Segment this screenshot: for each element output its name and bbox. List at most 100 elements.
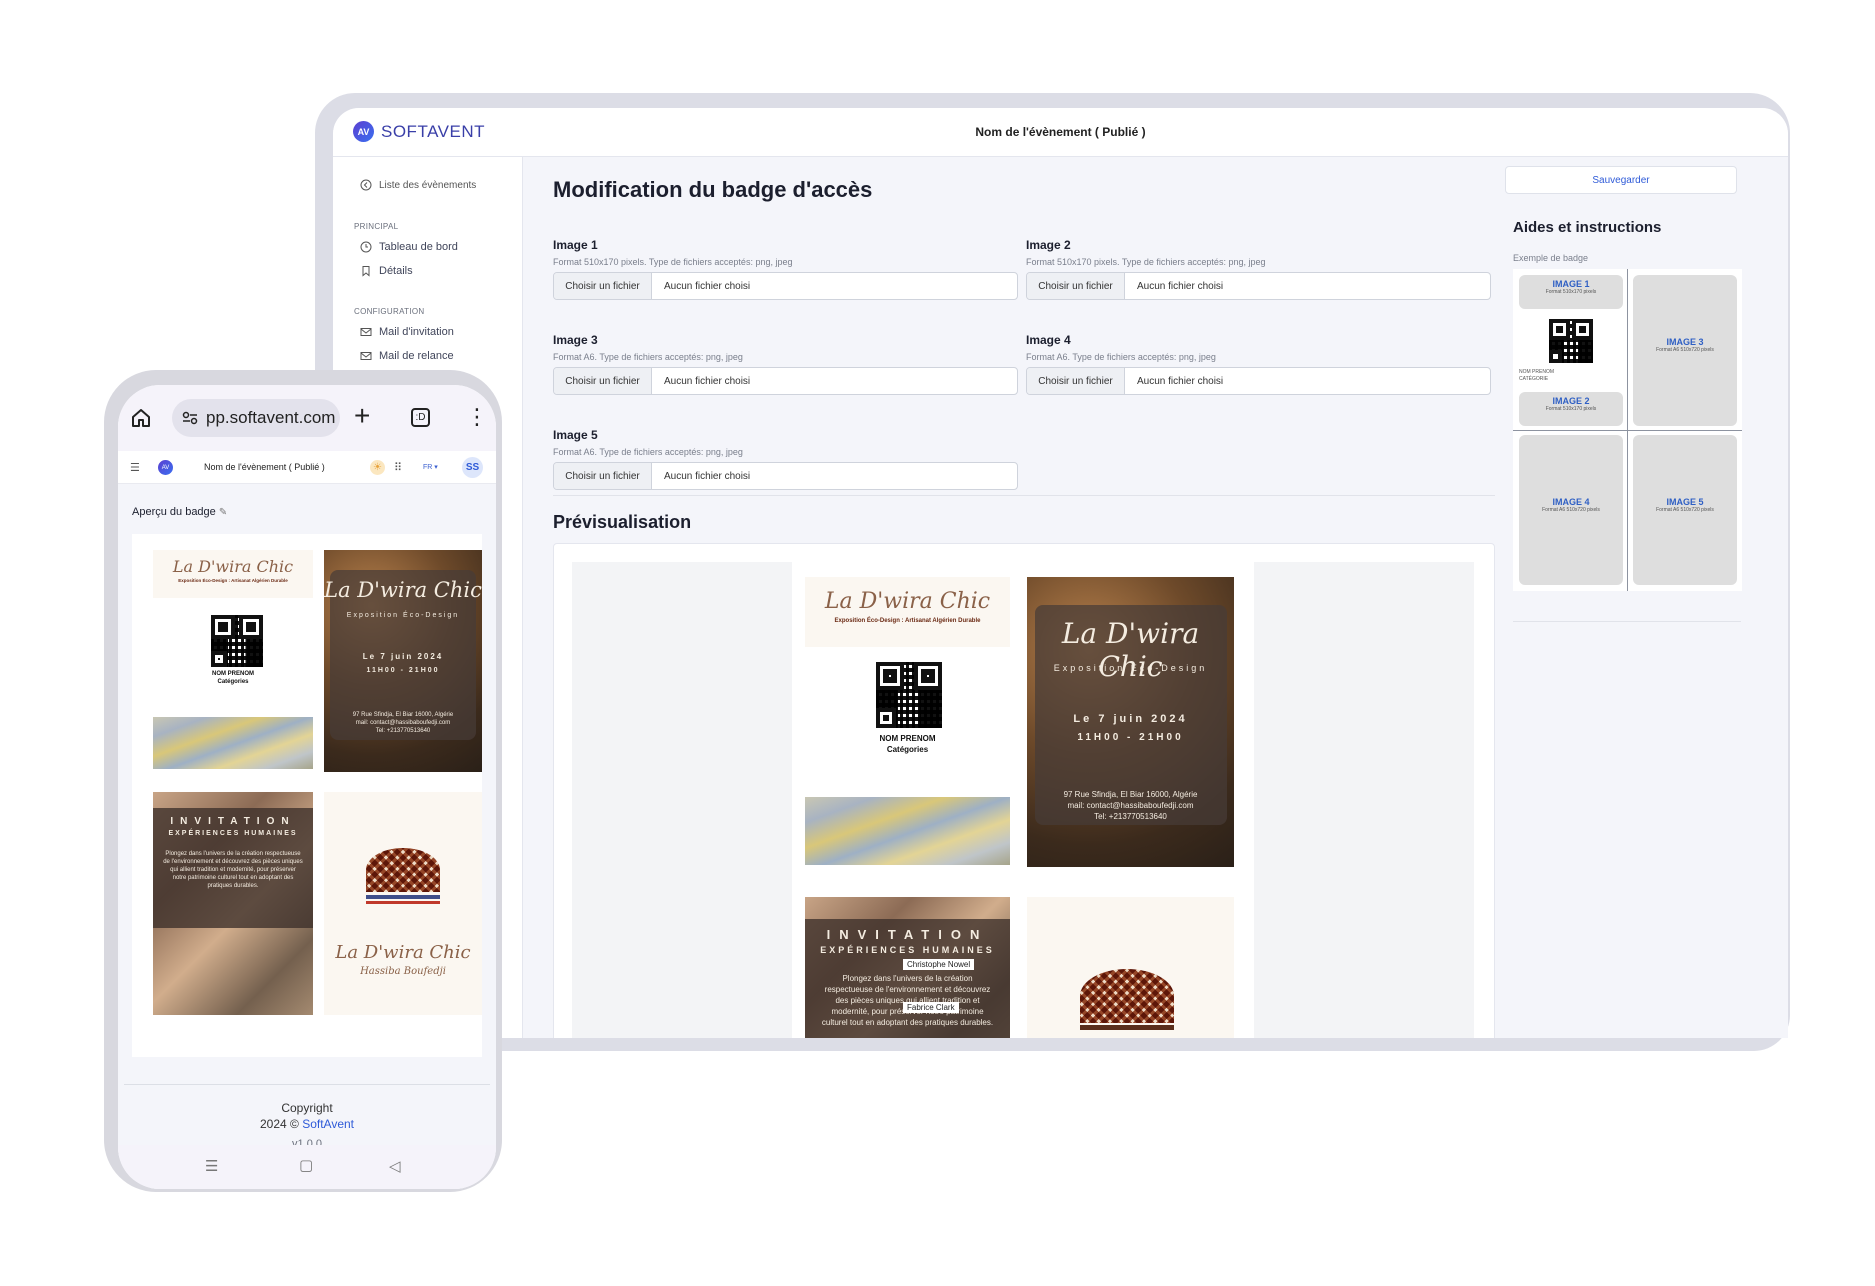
page-title: Modification du badge d'accès (553, 177, 873, 202)
example-image-5-note: Format A6 510x720 pixels (1656, 507, 1714, 513)
tabs-icon[interactable]: :D (411, 408, 430, 427)
image-5-file-input[interactable]: Choisir un fichier Aucun fichier choisi (553, 462, 1018, 490)
recent-apps-icon[interactable]: ☰ (205, 1157, 218, 1175)
image-2-file-input[interactable]: Choisir un fichier Aucun fichier choisi (1026, 272, 1491, 300)
example-image-1-note: Format 510x170 pixels (1545, 289, 1597, 295)
badge-preview-canvas: La D'wira Chic Exposition Éco-Design : A… (572, 562, 1474, 1038)
example-image-2-title: IMAGE 2 (1552, 396, 1590, 406)
poster-tel: Tel: +213770513640 (1094, 812, 1167, 821)
desktop-window: AV SOFTAVENT Nom de l'évènement ( Publié… (333, 108, 1788, 1038)
image-2-field: Image 2 Format 510x170 pixels. Type de f… (1026, 238, 1491, 300)
avatar[interactable]: SS (462, 457, 483, 478)
poster-date: Le 7 juin 2024 (362, 652, 444, 661)
badge-example-diagram: IMAGE 1 Format 510x170 pixels NOM PRENOM… (1513, 269, 1742, 591)
file-name: Aucun fichier choisi (1137, 280, 1224, 292)
field-help: Format 510x170 pixels. Type de fichiers … (1026, 257, 1266, 267)
badge-image-4: INVITATION EXPÉRIENCES HUMAINES Plongez … (805, 897, 1010, 1038)
image-3-file-input[interactable]: Choisir un fichier Aucun fichier choisi (553, 367, 1018, 395)
file-name: Aucun fichier choisi (1137, 375, 1224, 387)
example-image-4-title: IMAGE 4 (1552, 497, 1590, 507)
poster-address: 97 Rue Sfindja, El Biar 16000, Algérie (1063, 790, 1198, 799)
save-button[interactable]: Sauvegarder (1505, 166, 1737, 194)
theme-toggle-icon[interactable]: ☀ (370, 460, 385, 475)
sidebar-item-dashboard[interactable]: Tableau de bord (360, 241, 458, 253)
field-label: Image 4 (1026, 333, 1071, 347)
event-title: Nom de l'évènement ( Publié ) (975, 125, 1146, 139)
field-label: Image 2 (1026, 238, 1071, 252)
badge-preview-page: La D'wira Chic Exposition Éco-Design : A… (792, 562, 1254, 1038)
back-button-icon[interactable]: ◁ (389, 1157, 401, 1175)
choose-file-button[interactable]: Choisir un fichier (1027, 273, 1125, 299)
badge-image-5: La D'wira Chic Hassiba Boufedji (324, 792, 482, 1015)
example-image-1: IMAGE 1 Format 510x170 pixels (1519, 275, 1623, 309)
example-image-2: IMAGE 2 Format 510x170 pixels (1519, 392, 1623, 426)
choose-file-button[interactable]: Choisir un fichier (1027, 368, 1125, 394)
logo-mark-icon[interactable]: AV (158, 460, 173, 475)
softavent-link[interactable]: SoftAvent (302, 1117, 354, 1131)
badge-image-1: La D'wira Chic Exposition Éco-Design : A… (805, 577, 1010, 647)
file-name: Aucun fichier choisi (664, 375, 751, 387)
example-image-4: IMAGE 4 Format A6 510x720 pixels (1519, 435, 1623, 585)
example-name: NOM PRENOM (1519, 369, 1554, 375)
choose-file-button[interactable]: Choisir un fichier (554, 368, 652, 394)
back-to-events-link[interactable]: Liste des évènements (360, 179, 476, 191)
url-bar[interactable]: pp.softavent.com (172, 399, 340, 437)
badge-preview-title: Aperçu du badge ✎ (132, 506, 227, 518)
badge-image-1: La D'wira Chic Exposition Éco-Design : A… (153, 550, 313, 598)
more-menu-icon[interactable]: ⋮ (466, 403, 488, 431)
apps-grid-icon[interactable]: ⠿ (394, 461, 402, 474)
preview-title: Prévisualisation (553, 512, 692, 532)
choose-file-button[interactable]: Choisir un fichier (554, 463, 652, 489)
edit-pencil-icon[interactable]: ✎ (219, 507, 227, 518)
name-tag: Christophe Nowel (903, 959, 975, 970)
badge-name: NOM PRENOM (879, 734, 936, 743)
sidebar-item-invitation-mail[interactable]: Mail d'invitation (360, 326, 454, 338)
invitation-subtitle: EXPÉRIENCES HUMAINES (820, 945, 995, 955)
badge-image-5 (1027, 897, 1234, 1038)
arrow-left-circle-icon (360, 179, 372, 191)
section-divider (553, 495, 1495, 496)
poster-mail: mail: contact@hassibaboufedji.com (355, 720, 451, 726)
image-1-field: Image 1 Format 510x170 pixels. Type de f… (553, 238, 1018, 300)
android-nav-bar: ☰ ▢ ◁ (118, 1145, 496, 1189)
badge-preview-panel: La D'wira Chic Exposition Éco-Design : A… (553, 543, 1495, 1038)
new-tab-icon[interactable]: + (354, 401, 370, 431)
example-image-1-title: IMAGE 1 (1552, 279, 1590, 289)
back-link-label: Liste des évènements (379, 179, 477, 191)
example-image-2-note: Format 510x170 pixels (1545, 406, 1597, 412)
hamburger-menu-icon[interactable]: ☰ (130, 461, 140, 474)
field-help: Format 510x170 pixels. Type de fichiers … (553, 257, 793, 267)
field-help: Format A6. Type de fichiers acceptés: pn… (1026, 352, 1216, 362)
example-image-3: IMAGE 3 Format A6 510x720 pixels (1633, 275, 1737, 426)
home-icon[interactable] (130, 407, 152, 429)
brand-script: La D'wira Chic (172, 557, 294, 576)
badge-image-3: La D'wira Chic Exposition Éco-Design Le … (1027, 577, 1234, 867)
qr-code-icon (1549, 319, 1593, 363)
badge-image-2 (153, 717, 313, 769)
image-4-file-input[interactable]: Choisir un fichier Aucun fichier choisi (1026, 367, 1491, 395)
badge-category: Catégories (886, 745, 929, 754)
home-button-icon[interactable]: ▢ (299, 1156, 313, 1174)
sidebar-item-reminder-mail[interactable]: Mail de relance (360, 350, 454, 362)
mobile-badge-card: La D'wira Chic Exposition Éco-Design : A… (132, 534, 482, 1057)
image-1-file-input[interactable]: Choisir un fichier Aucun fichier choisi (553, 272, 1018, 300)
url-text: pp.softavent.com (206, 408, 336, 427)
image-4-field: Image 4 Format A6. Type de fichiers acce… (1026, 333, 1491, 395)
tribal-emblem-icon (1080, 969, 1174, 1023)
site-settings-icon[interactable] (182, 411, 198, 425)
mail-icon (360, 352, 372, 360)
poster-time: 11H00 - 21H00 (366, 667, 440, 674)
qr-code-icon (211, 615, 263, 667)
emblem-stripe (366, 895, 440, 899)
event-title: Nom de l'évènement ( Publié ) (204, 462, 325, 472)
choose-file-button[interactable]: Choisir un fichier (554, 273, 652, 299)
copyright-line: 2024 © SoftAvent (118, 1117, 496, 1131)
language-selector[interactable]: FR ▾ (423, 463, 438, 471)
field-label: Image 3 (553, 333, 598, 347)
top-bar: AV SOFTAVENT Nom de l'évènement ( Publié… (333, 108, 1788, 157)
sidebar-item-details[interactable]: Détails (360, 265, 413, 277)
mail-icon (360, 328, 372, 336)
poster-address: 97 Rue Sfindja, El Biar 16000, Algérie (352, 712, 454, 718)
emblem-stripe (366, 901, 440, 904)
example-image-5: IMAGE 5 Format A6 510x720 pixels (1633, 435, 1737, 585)
